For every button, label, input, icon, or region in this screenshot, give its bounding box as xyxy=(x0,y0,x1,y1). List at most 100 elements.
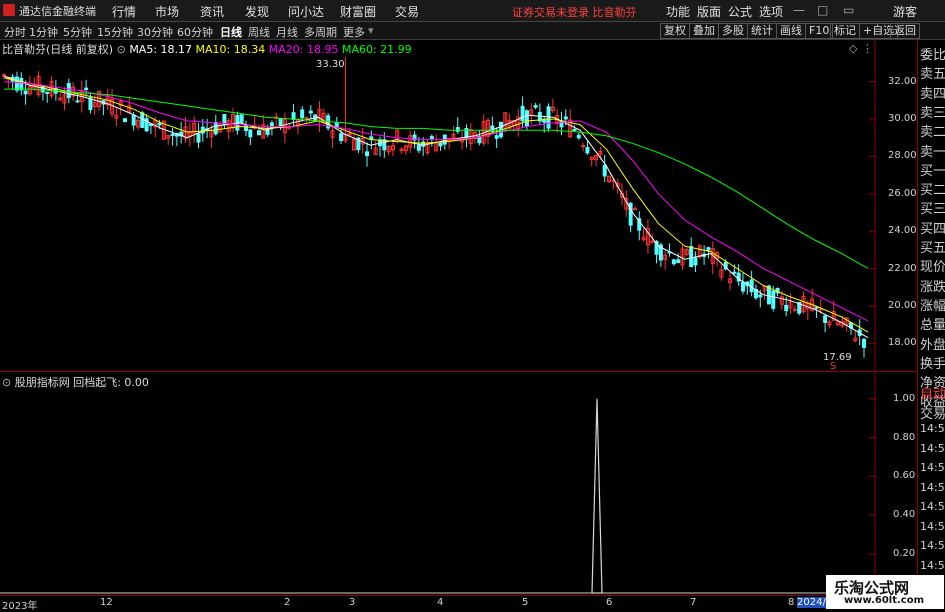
quote-field[interactable]: 交易 xyxy=(920,403,945,422)
menu-item-function[interactable]: 功能 xyxy=(666,3,690,20)
candle-body xyxy=(14,76,19,91)
tb-draw[interactable]: 画线 xyxy=(776,23,806,39)
watermark-url: www.60lt.com xyxy=(844,595,925,606)
menu-item-assistant[interactable]: 问小达 xyxy=(288,3,324,20)
time-axis[interactable]: 2023年 12 2 3 4 5 6 7 8 2024/0 xyxy=(0,595,876,612)
candle-body xyxy=(304,117,309,120)
quote-field: 买一 xyxy=(920,163,945,179)
stock-title: 比音勒芬(日线 前复权) xyxy=(2,43,114,56)
tb-adjust[interactable]: 复权 xyxy=(660,23,690,39)
time-axis-label: 6 xyxy=(606,597,613,608)
sub-y-tick-label: 0.60 xyxy=(893,470,916,482)
quote-field[interactable]: 14:56 xyxy=(920,442,945,455)
main-y-tick-label: 32.00 xyxy=(888,75,917,87)
candle-body xyxy=(308,110,313,114)
candle-body xyxy=(581,145,586,148)
quote-field: 卖五 xyxy=(920,67,945,83)
period-15min[interactable]: 15分钟 xyxy=(97,24,133,40)
ma10-label: MA10: 18.34 xyxy=(195,43,266,56)
minimize-icon[interactable]: — xyxy=(793,3,805,17)
quote-field[interactable]: 自动 xyxy=(920,383,945,402)
quote-field[interactable]: 14:56 xyxy=(920,520,945,533)
indicator-chart[interactable]: ⊙ 股朋指标网 回档起飞: 0.00 0.20 0.40 0.60 0.80 1.00 xyxy=(0,373,915,595)
quote-field: 买五 xyxy=(920,241,945,256)
period-30min[interactable]: 30分钟 xyxy=(137,24,173,40)
period-60min[interactable]: 60分钟 xyxy=(177,24,213,40)
tb-statistics[interactable]: 统计 xyxy=(747,23,777,39)
candle-body xyxy=(572,128,577,131)
candle-body xyxy=(823,315,828,324)
candle-body xyxy=(369,136,374,140)
sub-y-tick-label: 0.20 xyxy=(893,548,916,560)
login-warning[interactable]: 证券交易未登录 比音勒芬 xyxy=(512,4,637,20)
time-axis-label: 5 xyxy=(522,597,529,608)
time-axis-label: 2023年 xyxy=(2,601,38,612)
sub-y-tick-label: 0.80 xyxy=(893,431,916,443)
candle-body xyxy=(140,112,145,128)
candle-body xyxy=(239,114,244,123)
quote-field[interactable]: 14:56 xyxy=(920,539,945,552)
quote-field: 买四 xyxy=(920,221,945,237)
user-guest[interactable]: 游客 xyxy=(893,3,917,20)
period-daily[interactable]: 日线 xyxy=(220,24,242,40)
tb-mark[interactable]: 标记 xyxy=(830,23,860,39)
main-chart-svg xyxy=(2,40,876,370)
candle-body xyxy=(814,306,819,309)
candle-body xyxy=(416,145,421,151)
period-monthly[interactable]: 月线 xyxy=(276,24,298,40)
period-weekly[interactable]: 周线 xyxy=(248,24,270,40)
menu-item-quotes[interactable]: 行情 xyxy=(112,3,136,20)
main-y-tick-label: 20.00 xyxy=(888,299,917,311)
quote-field: 委比 xyxy=(920,48,945,63)
tb-back[interactable]: 返回 xyxy=(890,23,920,39)
indicator-settings-icon[interactable]: ⊙ xyxy=(2,376,15,389)
quote-field: 现价 xyxy=(920,260,945,276)
tb-multi-stock[interactable]: 多股 xyxy=(718,23,748,39)
more-options-icon[interactable]: ⋮ xyxy=(862,42,873,55)
dropdown-icon[interactable]: ▾ xyxy=(368,24,374,37)
candle-body xyxy=(45,91,50,94)
period-intraday[interactable]: 分时 xyxy=(4,24,26,40)
quote-field[interactable]: 14:56 xyxy=(920,481,945,494)
period-5min[interactable]: 5分钟 xyxy=(63,24,92,40)
menu-item-layout[interactable]: 版面 xyxy=(697,3,721,20)
candle-body xyxy=(784,304,789,312)
candle-body xyxy=(382,139,387,151)
candle-body xyxy=(196,133,201,143)
menu-item-wealth[interactable]: 财富圈 xyxy=(340,3,376,20)
period-more[interactable]: 更多 xyxy=(343,24,365,40)
candle-body xyxy=(585,147,590,154)
tb-overlay[interactable]: 叠加 xyxy=(689,23,719,39)
restore-icon[interactable]: ▭ xyxy=(843,3,854,17)
maximize-icon[interactable]: □ xyxy=(817,3,828,17)
main-y-tick-label: 28.00 xyxy=(888,150,917,162)
candle-body xyxy=(792,308,797,311)
menu-item-discover[interactable]: 发现 xyxy=(245,3,269,20)
menu-item-trade[interactable]: 交易 xyxy=(395,3,419,20)
quote-field[interactable]: 14:56 xyxy=(920,422,945,435)
candle-body xyxy=(520,105,525,122)
menu-item-formula[interactable]: 公式 xyxy=(728,3,752,20)
time-axis-label: 12 xyxy=(100,597,113,608)
quote-field[interactable]: 14:56 xyxy=(920,461,945,474)
candle-body xyxy=(706,247,711,251)
main-kline-chart[interactable]: 比音勒芬(日线 前复权) ⊙ MA5: 18.17 MA10: 18.34 MA… xyxy=(0,40,917,372)
candle-body xyxy=(576,134,581,139)
menu-item-options[interactable]: 选项 xyxy=(759,3,783,20)
period-multi[interactable]: 多周期 xyxy=(304,24,337,40)
candle-body xyxy=(365,151,370,157)
candle-body xyxy=(563,116,568,120)
menu-item-news[interactable]: 资讯 xyxy=(200,3,224,20)
time-axis-label: 4 xyxy=(437,597,444,608)
quote-field[interactable]: 14:56 xyxy=(920,559,945,572)
candle-body xyxy=(339,133,344,142)
quote-field[interactable]: 14:56 xyxy=(920,500,945,513)
settings-icon[interactable]: ⊙ xyxy=(117,43,130,56)
menu-item-market[interactable]: 市场 xyxy=(155,3,179,20)
candle-body xyxy=(291,112,296,120)
quote-field: 卖一 xyxy=(920,144,945,160)
candle-body xyxy=(256,130,261,136)
quote-field: 买二 xyxy=(920,183,945,199)
diamond-icon[interactable]: ◇ xyxy=(849,42,857,55)
period-1min[interactable]: 1分钟 xyxy=(29,24,58,40)
